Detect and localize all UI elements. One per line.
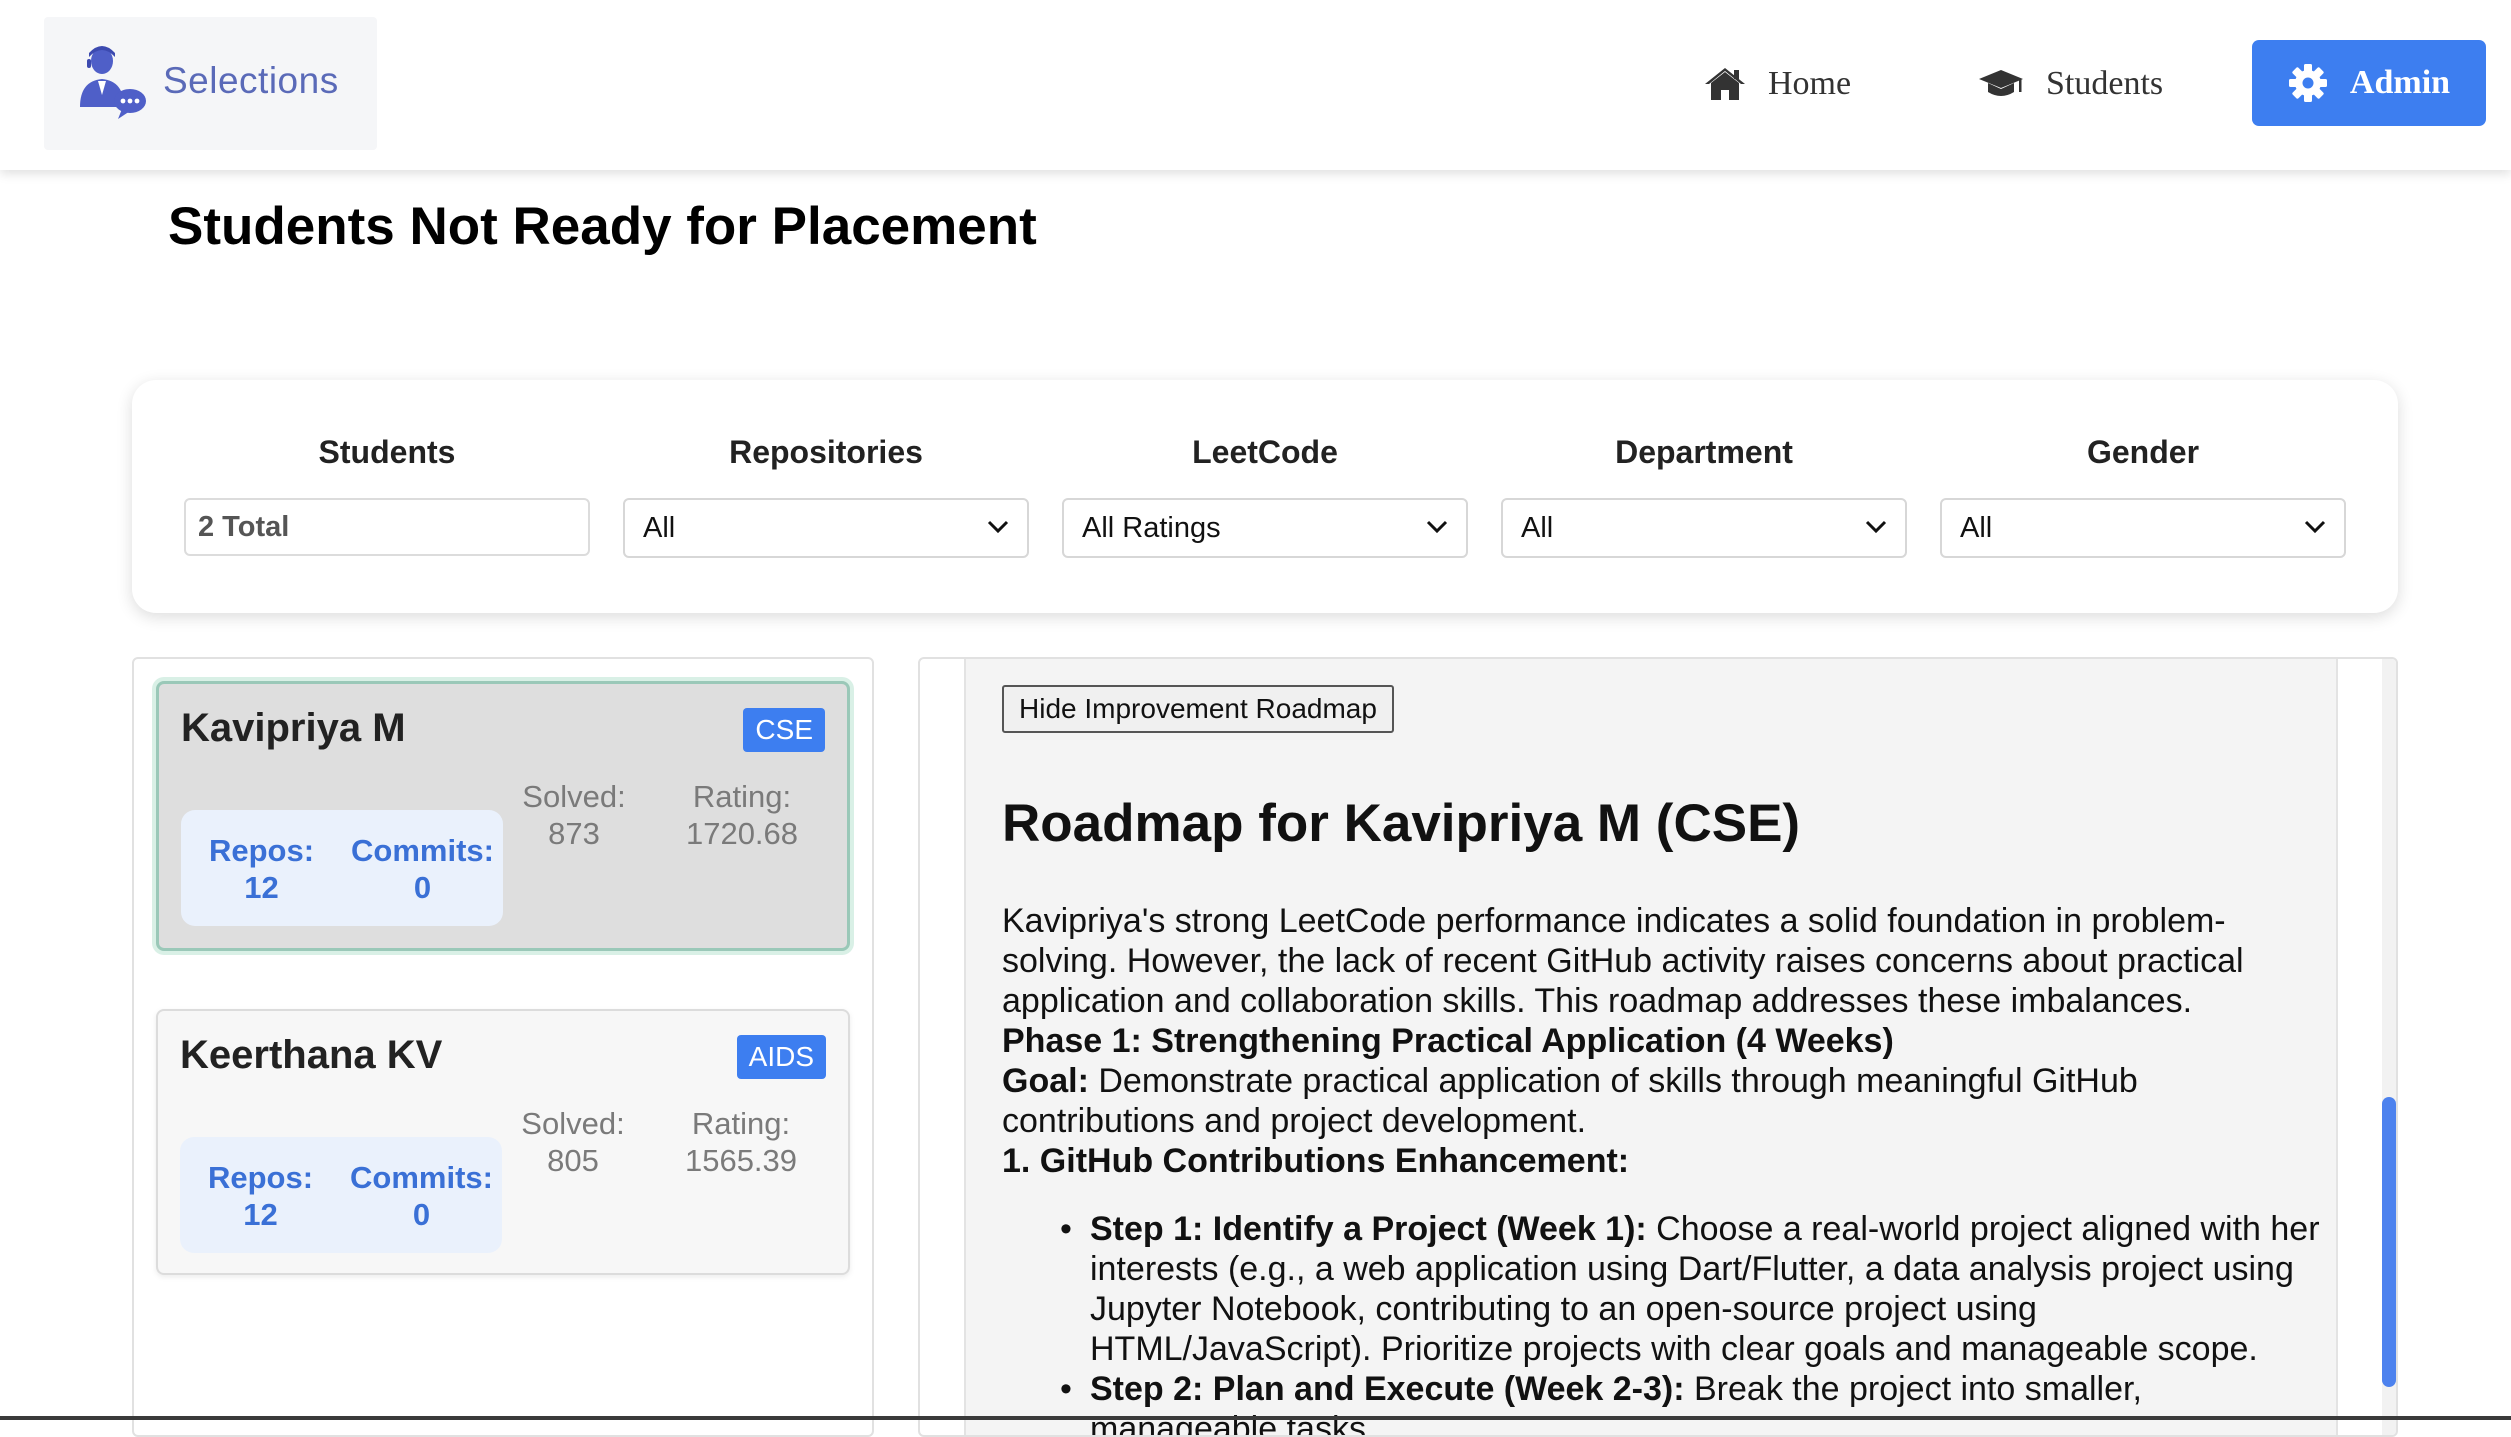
- step-label: Step 2: Plan and Execute (Week 2-3):: [1090, 1370, 1685, 1408]
- nav-students-link[interactable]: Students: [1978, 54, 2163, 114]
- nav-admin-label: Admin: [2349, 64, 2451, 101]
- filter-repositories: Repositories All: [623, 430, 1029, 558]
- goal-label: Goal:: [1002, 1062, 1089, 1100]
- roadmap-body: Kavipriya's strong LeetCode performance …: [1002, 901, 2322, 1435]
- repos-value: 12: [243, 1197, 278, 1232]
- roadmap-panel: Hide Improvement Roadmap Roadmap for Kav…: [918, 657, 2398, 1437]
- leetcode-select-value: All Ratings: [1082, 511, 1221, 544]
- solved-label: Solved:: [521, 1106, 625, 1141]
- step-label: Step 1: Identify a Project (Week 1):: [1090, 1210, 1647, 1248]
- filter-leetcode: LeetCode All Ratings: [1062, 430, 1468, 558]
- commits-value: 0: [412, 1197, 431, 1232]
- solved-value: 873: [548, 816, 600, 851]
- phase-heading: Phase 1: Strengthening Practical Applica…: [1002, 1021, 2322, 1061]
- nav-students-label: Students: [2046, 65, 2164, 102]
- rating-label: Rating:: [691, 1106, 791, 1141]
- roadmap-intro: Kavipriya's strong LeetCode performance …: [1002, 902, 2244, 1020]
- filter-card: Students 2 Total Repositories All LeetCo…: [132, 380, 2398, 613]
- chevron-down-icon: [987, 520, 1009, 534]
- repos-label: Repos:: [208, 833, 315, 868]
- student-list-panel: Kavipriya M CSE Repos: 12 Commits: 0 Sol…: [132, 657, 874, 1437]
- home-icon: [1705, 68, 1745, 100]
- steps-list: Step 1: Identify a Project (Week 1): Cho…: [1002, 1209, 2322, 1435]
- brand-name: Selections: [163, 60, 339, 101]
- section-heading: 1. GitHub Contributions Enhancement:: [1002, 1141, 2322, 1181]
- leetcode-select[interactable]: All Ratings: [1062, 498, 1468, 558]
- nav-home-label: Home: [1768, 65, 1852, 102]
- solved-stat: Solved: 805: [508, 1105, 638, 1179]
- goal-text: Goal: Demonstrate practical application …: [1002, 1061, 2322, 1141]
- chevron-down-icon: [2304, 520, 2326, 534]
- repos-label: Repos:: [207, 1160, 314, 1195]
- commits-stat: Commits: 0: [341, 1137, 502, 1253]
- repos-stat: Repos: 12: [180, 1137, 341, 1253]
- gender-select-value: All: [1960, 511, 1993, 544]
- department-select[interactable]: All: [1501, 498, 1907, 558]
- roadmap-content: Hide Improvement Roadmap Roadmap for Kav…: [964, 659, 2338, 1435]
- department-badge: AIDS: [736, 1035, 826, 1079]
- repos-stat: Repos: 12: [181, 810, 342, 926]
- department-badge: CSE: [743, 708, 825, 752]
- section-title: 1. GitHub Contributions Enhancement:: [1002, 1142, 1630, 1180]
- nav-admin-button[interactable]: Admin: [2252, 40, 2486, 126]
- filter-department: Department All: [1501, 430, 1907, 558]
- student-name: Keerthana KV: [180, 1033, 443, 1077]
- filter-students: Students 2 Total: [184, 430, 590, 556]
- nav-home-link[interactable]: Home: [1704, 54, 1851, 114]
- graduation-cap-icon: [1979, 70, 2023, 96]
- filter-department-label: Department: [1615, 434, 1793, 470]
- list-item: Step 1: Identify a Project (Week 1): Cho…: [1060, 1209, 2322, 1369]
- rating-stat: Rating: 1565.39: [666, 1105, 816, 1179]
- chevron-down-icon: [1865, 520, 1887, 534]
- rating-value: 1720.68: [685, 816, 799, 851]
- github-stats: Repos: 12 Commits: 0: [181, 810, 503, 926]
- repositories-select-value: All: [643, 511, 676, 544]
- filter-gender: Gender All: [1940, 430, 2346, 558]
- students-total-field: 2 Total: [184, 498, 590, 556]
- filter-leetcode-label: LeetCode: [1192, 434, 1338, 470]
- roadmap-scrollbar-thumb[interactable]: [2382, 1097, 2396, 1387]
- chevron-down-icon: [1426, 520, 1448, 534]
- commits-stat: Commits: 0: [342, 810, 503, 926]
- filter-repositories-label: Repositories: [729, 434, 923, 470]
- phase-title: Phase 1: Strengthening Practical Applica…: [1002, 1022, 1894, 1060]
- commits-value: 0: [413, 870, 432, 905]
- brand-logo-link[interactable]: Selections: [44, 17, 377, 150]
- list-item: Step 2: Plan and Execute (Week 2-3): Bre…: [1060, 1369, 2322, 1435]
- filter-students-label: Students: [318, 434, 456, 470]
- filter-gender-label: Gender: [2086, 434, 2200, 470]
- student-card[interactable]: Kavipriya M CSE Repos: 12 Commits: 0 Sol…: [156, 681, 850, 951]
- solved-value: 805: [547, 1143, 599, 1178]
- gender-select[interactable]: All: [1940, 498, 2346, 558]
- top-navbar: Selections Home Students Admin: [0, 0, 2511, 170]
- gear-icon: [2288, 64, 2327, 102]
- student-card[interactable]: Keerthana KV AIDS Repos: 12 Commits: 0 S…: [156, 1009, 850, 1275]
- goal-description: Demonstrate practical application of ski…: [1002, 1062, 2138, 1140]
- commits-label: Commits:: [350, 1160, 493, 1195]
- hide-roadmap-button[interactable]: Hide Improvement Roadmap: [1002, 685, 1394, 733]
- student-name: Kavipriya M: [181, 706, 406, 750]
- github-stats: Repos: 12 Commits: 0: [180, 1137, 502, 1253]
- bottom-border: [0, 1416, 2511, 1420]
- department-select-value: All: [1521, 511, 1554, 544]
- repositories-select[interactable]: All: [623, 498, 1029, 558]
- roadmap-title: Roadmap for Kavipriya M (CSE): [1002, 794, 1801, 853]
- rating-value: 1565.39: [684, 1143, 798, 1178]
- rating-label: Rating:: [692, 779, 792, 814]
- repos-value: 12: [244, 870, 279, 905]
- commits-label: Commits:: [351, 833, 494, 868]
- solved-label: Solved:: [522, 779, 626, 814]
- rating-stat: Rating: 1720.68: [667, 778, 817, 852]
- recruiter-logo-icon: [80, 46, 146, 119]
- solved-stat: Solved: 873: [509, 778, 639, 852]
- page-title: Students Not Ready for Placement: [168, 197, 1037, 256]
